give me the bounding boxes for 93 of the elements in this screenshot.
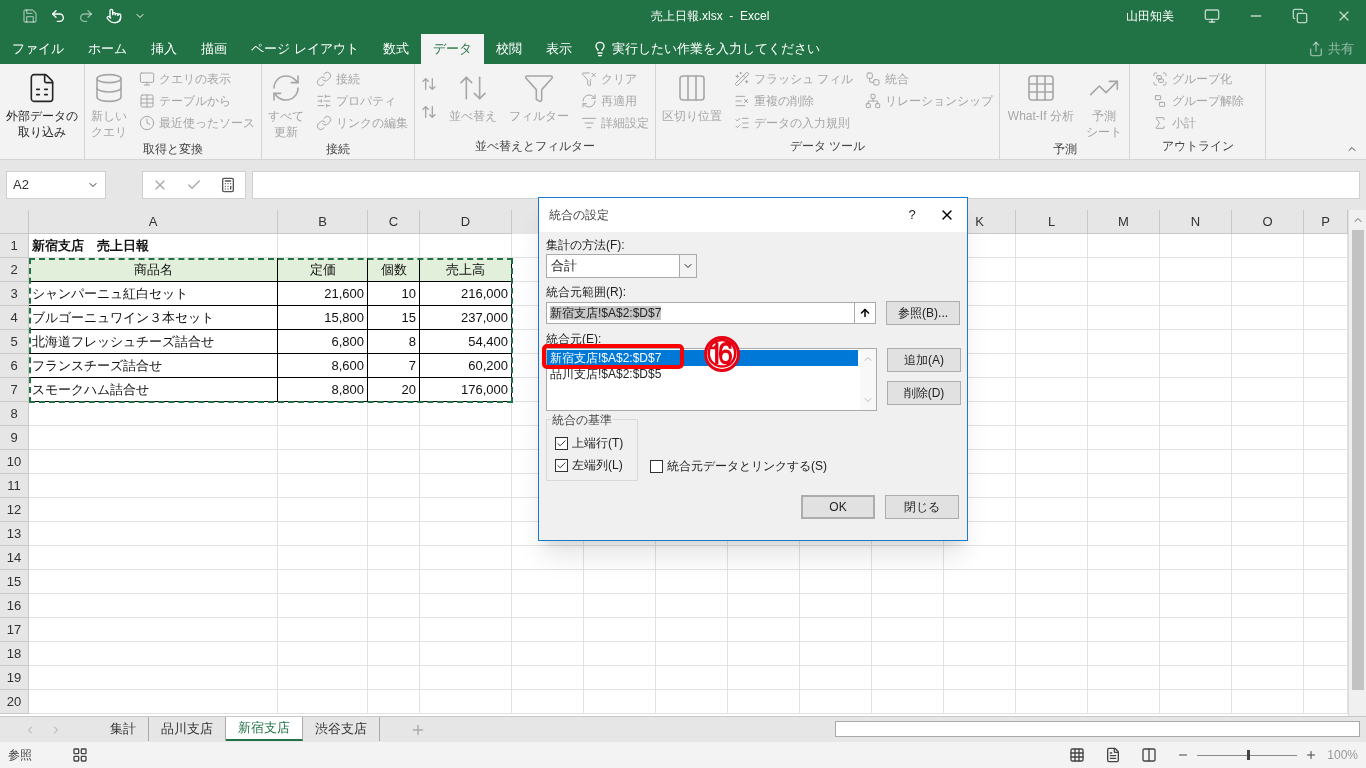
add-button[interactable]: 追加(A): [887, 348, 961, 372]
row-header[interactable]: 5: [0, 330, 29, 354]
row-header[interactable]: 19: [0, 666, 29, 690]
row-header[interactable]: 13: [0, 522, 29, 546]
reference-field[interactable]: 新宿支店!$A$2:$D$7: [546, 302, 877, 324]
help-button[interactable]: ?: [897, 205, 927, 225]
tell-me-box[interactable]: 実行したい作業を入力してください: [583, 34, 828, 64]
row-header[interactable]: 9: [0, 426, 29, 450]
column-header-cell: 定価: [278, 258, 368, 282]
row-header[interactable]: 6: [0, 354, 29, 378]
checkbox[interactable]: 上端行(T): [555, 434, 637, 452]
table-cell: 8,800: [278, 378, 368, 402]
ribbon-button[interactable]: 外部データの 取り込み: [2, 68, 82, 140]
row-header[interactable]: 12: [0, 498, 29, 522]
table-cell: スモークハム詰合せ: [29, 378, 278, 402]
table-cell: 8,600: [278, 354, 368, 378]
column-header-cell: 売上高: [420, 258, 512, 282]
name-box[interactable]: A2: [6, 171, 106, 199]
table-cell: 54,400: [420, 330, 512, 354]
ribbon-group-label: 予測: [1051, 141, 1078, 158]
row-header[interactable]: 7: [0, 378, 29, 402]
ribbon-group-label: 並べ替えとフィルター: [474, 138, 596, 155]
field-label: 統合元範囲(R):: [546, 284, 627, 301]
row-header[interactable]: 10: [0, 450, 29, 474]
ribbon-group-label: 接続: [325, 141, 351, 158]
sheet-tab[interactable]: 集計: [98, 717, 149, 741]
delete-button[interactable]: 削除(D): [887, 381, 961, 405]
row-header[interactable]: 11: [0, 474, 29, 498]
column-header[interactable]: L: [1016, 210, 1088, 234]
ribbon-group-label: 取得と変換: [142, 141, 204, 158]
table-cell: 8: [368, 330, 420, 354]
ribbon-tab[interactable]: 校閲: [483, 34, 534, 64]
column-header[interactable]: N: [1160, 210, 1232, 234]
table-cell: 10: [368, 282, 420, 306]
row-header[interactable]: 15: [0, 570, 29, 594]
checkbox[interactable]: 左端列(L): [555, 456, 637, 474]
row-header[interactable]: 20: [0, 690, 29, 714]
ribbon-group-label: アウトライン: [1160, 138, 1235, 155]
table-cell: 15,800: [278, 306, 368, 330]
ribbon-group-label: データ ツール: [789, 138, 867, 155]
ribbon-tab[interactable]: データ: [420, 34, 484, 64]
sheet-tab[interactable]: 渋谷支店: [303, 717, 380, 741]
column-header[interactable]: D: [420, 210, 512, 234]
table-cell: 7: [368, 354, 420, 378]
status-mode: 参照: [8, 747, 32, 764]
ribbon-tab[interactable]: 数式: [370, 34, 421, 64]
ribbon-tab[interactable]: ファイル: [0, 34, 76, 64]
column-header[interactable]: A: [29, 210, 278, 234]
row-header[interactable]: 17: [0, 618, 29, 642]
ribbon-tab[interactable]: ページ レイアウト: [239, 34, 371, 64]
user-name: 山田知美: [1126, 8, 1174, 25]
table-cell: 15: [368, 306, 420, 330]
row-header[interactable]: 8: [0, 402, 29, 426]
checkbox[interactable]: 統合元データとリンクする(S): [650, 457, 827, 475]
ribbon-tab[interactable]: 挿入: [139, 34, 189, 64]
table-cell: 6,800: [278, 330, 368, 354]
column-header-cell: 個数: [368, 258, 420, 282]
field-label: 集計の方法(F):: [546, 237, 626, 254]
table-cell: ブルゴーニュワイン３本セット: [29, 306, 278, 330]
column-header[interactable]: B: [278, 210, 368, 234]
row-header[interactable]: 16: [0, 594, 29, 618]
row-header[interactable]: 14: [0, 546, 29, 570]
table-cell: 216,000: [420, 282, 512, 306]
column-header[interactable]: C: [368, 210, 420, 234]
row-header[interactable]: 3: [0, 282, 29, 306]
ribbon-tab[interactable]: ホーム: [76, 34, 139, 64]
browse-button[interactable]: 参照(B)...: [886, 301, 960, 325]
step-badge: ⑯: [704, 336, 740, 372]
column-header-cell: 商品名: [29, 258, 278, 282]
column-header[interactable]: M: [1088, 210, 1160, 234]
table-cell: 60,200: [420, 354, 512, 378]
row-header[interactable]: 4: [0, 306, 29, 330]
table-cell: 237,000: [420, 306, 512, 330]
row-header[interactable]: 2: [0, 258, 29, 282]
close-dialog-button[interactable]: 閉じる: [885, 495, 959, 519]
table-cell: 北海道フレッシュチーズ詰合せ: [29, 330, 278, 354]
table-cell: 20: [368, 378, 420, 402]
dialog-title: 統合の設定: [549, 207, 610, 224]
row-header[interactable]: 18: [0, 642, 29, 666]
ok-button[interactable]: OK: [801, 495, 875, 519]
column-header[interactable]: O: [1232, 210, 1304, 234]
window-title: 売上日報.xlsx - Excel: [649, 8, 771, 25]
table-cell: シャンパーニュ紅白セット: [29, 282, 278, 306]
zoom-level: 100%: [1327, 747, 1358, 764]
sheet-tab[interactable]: 新宿支店: [226, 717, 303, 741]
ribbon-tab[interactable]: 描画: [189, 34, 239, 64]
row-header[interactable]: 1: [0, 234, 29, 258]
table-cell: 21,600: [278, 282, 368, 306]
group-label: 統合の基準: [551, 411, 613, 429]
table-cell: 176,000: [420, 378, 512, 402]
ribbon-tab[interactable]: 表示: [533, 34, 584, 64]
table-cell: フランスチーズ詰合せ: [29, 354, 278, 378]
function-dropdown[interactable]: 合計: [546, 254, 697, 278]
